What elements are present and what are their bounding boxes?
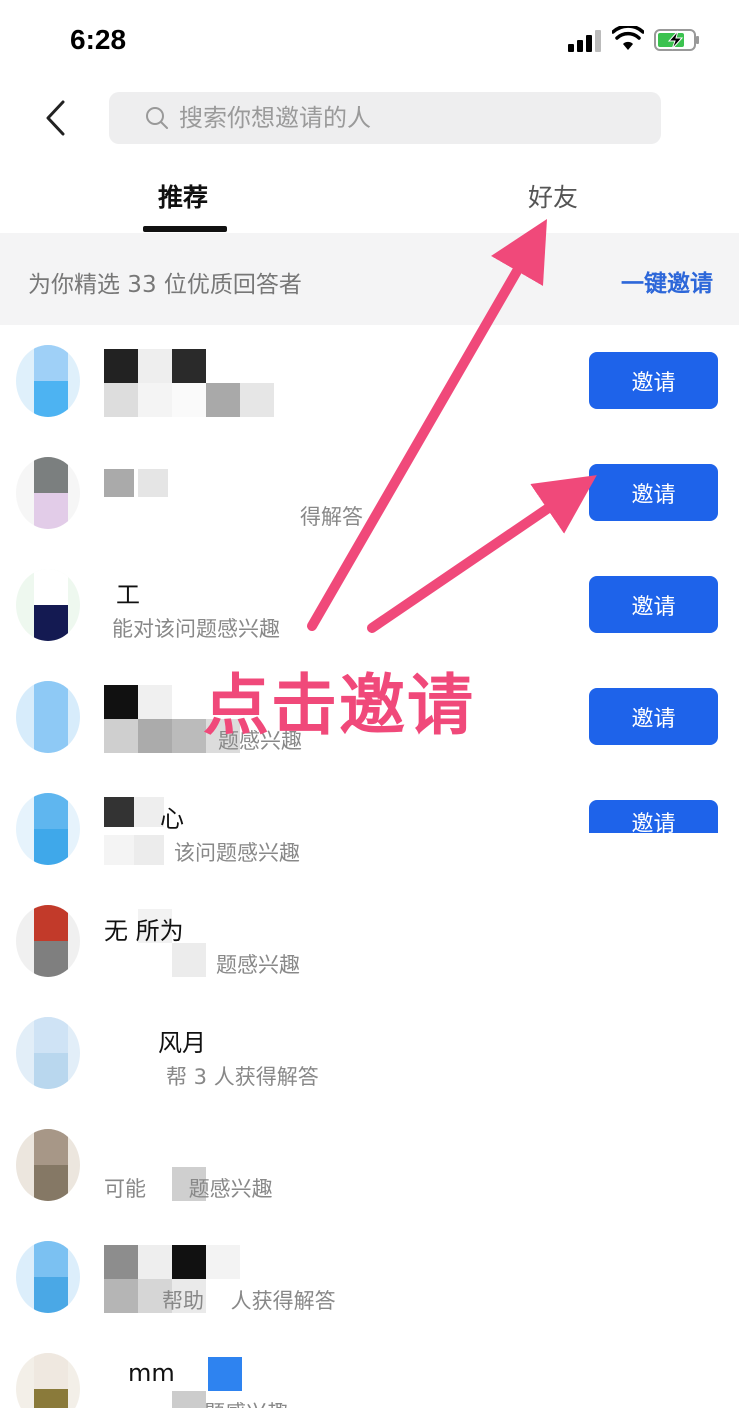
- status-time: 6:28: [70, 24, 127, 55]
- avatar[interactable]: [16, 345, 80, 417]
- list-item: 风月 帮 3 人获得解答: [0, 997, 739, 1109]
- user-desc: 题感兴趣: [204, 1397, 288, 1408]
- invite-button[interactable]: 邀请: [589, 576, 718, 633]
- invite-all-button[interactable]: 一键邀请: [621, 264, 713, 298]
- avatar[interactable]: [16, 1017, 80, 1089]
- invite-button[interactable]: 邀请: [589, 352, 718, 409]
- list-item: 邀请: [0, 325, 739, 437]
- user-name: 风月: [158, 1029, 206, 1057]
- avatar[interactable]: [16, 905, 80, 977]
- invite-button[interactable]: 邀请: [589, 800, 718, 833]
- search-box[interactable]: [109, 92, 661, 144]
- avatar[interactable]: [16, 569, 80, 641]
- chevron-left-icon: [46, 100, 65, 136]
- user-desc: 能对该问题感兴趣: [112, 617, 280, 641]
- avatar[interactable]: [16, 1241, 80, 1313]
- annotation-label: 点击邀请: [203, 667, 475, 744]
- user-name: 无 所为: [104, 917, 184, 945]
- user-desc: 帮助 人获得解答: [162, 1289, 336, 1313]
- user-desc: 得解答: [300, 505, 363, 529]
- active-tab-indicator: [143, 226, 227, 232]
- user-desc: 题感兴趣: [216, 953, 300, 977]
- avatar[interactable]: [16, 681, 80, 753]
- battery-charging-icon: [654, 29, 699, 51]
- recommend-banner: 为你精选 33 位优质回答者 一键邀请: [0, 233, 739, 325]
- invite-button[interactable]: 邀请: [589, 688, 718, 745]
- list-item: 可能 题感兴趣: [0, 1109, 739, 1221]
- list-item: 工 能对该问题感兴趣 邀请: [0, 549, 739, 661]
- user-name: 心: [160, 805, 184, 833]
- signal-icon: [568, 30, 602, 52]
- list-item: 帮助 人获得解答: [0, 1221, 739, 1333]
- back-button[interactable]: [30, 96, 80, 140]
- user-desc: 可能 题感兴趣: [104, 1177, 273, 1201]
- user-name: 工: [116, 581, 140, 609]
- invite-button[interactable]: 邀请: [589, 464, 718, 521]
- tab-recommended[interactable]: 推荐: [158, 178, 208, 214]
- status-bar: 6:28: [0, 0, 739, 80]
- search-icon: [146, 107, 168, 129]
- user-desc: 该问题感兴趣: [174, 841, 300, 865]
- avatar[interactable]: [16, 457, 80, 529]
- list-item: mm 题感兴趣: [0, 1333, 739, 1408]
- avatar[interactable]: [16, 1353, 80, 1408]
- user-desc: 帮 3 人获得解答: [166, 1065, 319, 1089]
- search-input[interactable]: [179, 104, 639, 132]
- list-item: 心 该问题感兴趣 邀请: [0, 773, 739, 885]
- list-item: 无 所为 题感兴趣: [0, 885, 739, 997]
- avatar[interactable]: [16, 793, 80, 865]
- tab-friends[interactable]: 好友: [528, 178, 578, 214]
- avatar[interactable]: [16, 1129, 80, 1201]
- user-name: mm: [128, 1359, 175, 1387]
- wifi-icon: [612, 26, 644, 50]
- list-item: 得解答 邀请: [0, 437, 739, 549]
- banner-text: 为你精选 33 位优质回答者: [28, 272, 302, 298]
